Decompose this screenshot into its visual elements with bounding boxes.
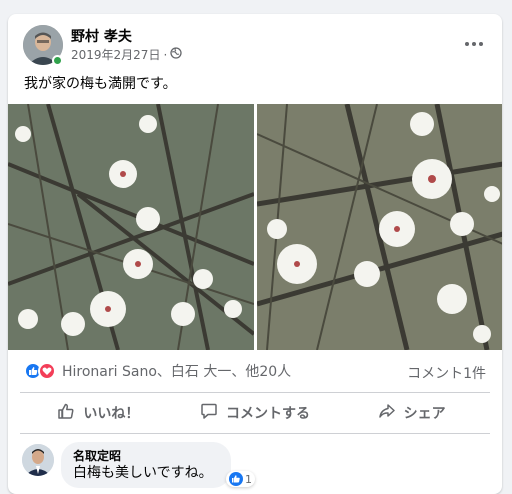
post-meta: 2019年2月27日 · <box>71 46 182 63</box>
like-label: いいね！ <box>83 406 140 422</box>
globe-icon <box>170 47 182 62</box>
comment-like-icon <box>229 472 243 486</box>
photo-grid <box>8 104 502 350</box>
thumbs-up-icon <box>57 402 75 424</box>
post-text: 我が家の梅も満開です。 <box>24 76 177 92</box>
reactions-text: Hironari Sano、白石 大一、他20人 <box>62 364 292 380</box>
divider-bottom <box>20 433 490 434</box>
more-options-icon[interactable] <box>460 30 488 58</box>
comment-like-count: 1 <box>245 472 252 486</box>
post-card: 野村 孝夫 2019年2月27日 · 我が家の梅も満開です。 Hironari … <box>8 14 502 494</box>
reaction-icons <box>24 362 56 380</box>
online-status-dot <box>52 55 63 66</box>
post-header: 野村 孝夫 2019年2月27日 · <box>8 14 502 74</box>
comment-button[interactable]: コメントする <box>177 395 334 431</box>
author-name[interactable]: 野村 孝夫 <box>71 26 132 46</box>
comment-text: 白梅も美しいですね。 <box>73 465 213 481</box>
comment-count-link[interactable]: コメント1件 <box>407 363 486 383</box>
post-actions: いいね！ コメントする シェア <box>20 395 490 431</box>
love-icon <box>38 362 56 380</box>
commenter-avatar[interactable] <box>22 444 54 476</box>
comment-bubble-icon <box>200 402 218 424</box>
meta-separator: · <box>163 47 168 62</box>
divider-top <box>20 392 490 393</box>
like-button[interactable]: いいね！ <box>20 395 177 431</box>
share-button[interactable]: シェア <box>333 395 490 431</box>
reactions-summary[interactable]: Hironari Sano、白石 大一、他20人 <box>24 361 291 381</box>
comment-label: コメントする <box>226 406 310 422</box>
share-label: シェア <box>403 406 446 422</box>
photo-plum-blossom-1[interactable] <box>8 104 254 350</box>
comment-reaction-count[interactable]: 1 <box>226 471 255 487</box>
photo-plum-blossom-2[interactable] <box>256 104 502 350</box>
commenter-name[interactable]: 名取定昭 <box>73 448 219 464</box>
share-arrow-icon <box>378 402 396 424</box>
post-date[interactable]: 2019年2月27日 <box>71 46 160 63</box>
comment-bubble: 名取定昭 白梅も美しいですね。 <box>61 442 231 488</box>
